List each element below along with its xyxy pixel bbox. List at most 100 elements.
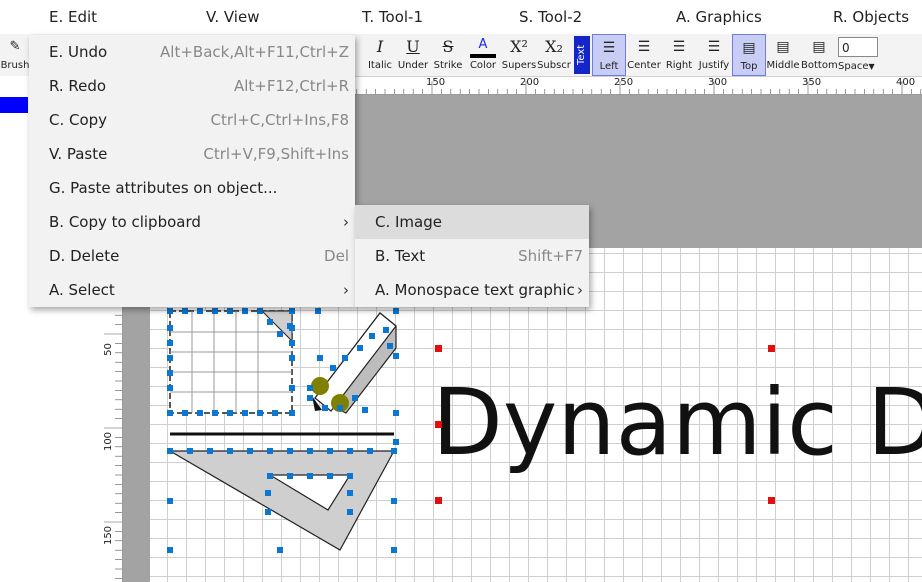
- selection-handle[interactable]: [207, 448, 213, 454]
- selection-handle[interactable]: [357, 345, 363, 351]
- selection-handle[interactable]: [182, 410, 188, 416]
- selection-handle[interactable]: [167, 448, 173, 454]
- underline-button[interactable]: U Under: [396, 34, 430, 76]
- selection-handle[interactable]: [307, 473, 313, 479]
- menu-item-delete[interactable]: D. Delete Del: [29, 239, 355, 273]
- selection-handle[interactable]: [391, 547, 397, 553]
- selection-handle[interactable]: [167, 498, 173, 504]
- selection-handle[interactable]: [187, 448, 193, 454]
- selection-handle[interactable]: [267, 473, 273, 479]
- selection-handle[interactable]: [265, 490, 271, 496]
- selection-handle[interactable]: [347, 490, 353, 496]
- strike-button[interactable]: S Strike: [431, 34, 465, 76]
- selection-handle[interactable]: [317, 355, 323, 361]
- selection-handle[interactable]: [347, 509, 353, 515]
- selection-handle[interactable]: [197, 308, 203, 314]
- selection-handle[interactable]: [212, 410, 218, 416]
- selection-handle[interactable]: [287, 473, 293, 479]
- selection-handle[interactable]: [393, 353, 399, 359]
- selection-handle[interactable]: [393, 439, 399, 445]
- selection-handle[interactable]: [327, 448, 333, 454]
- selection-handle[interactable]: [347, 448, 353, 454]
- selection-handle[interactable]: [289, 308, 295, 314]
- menu-tool-2[interactable]: S. Tool-2: [519, 8, 582, 26]
- align-center-button[interactable]: ☰ Center: [626, 34, 662, 76]
- selection-handle[interactable]: [277, 547, 283, 553]
- menu-edit[interactable]: E. Edit: [49, 8, 97, 26]
- text-handle-tr[interactable]: [768, 345, 775, 352]
- menu-graphics[interactable]: A. Graphics: [676, 8, 762, 26]
- selection-handle[interactable]: [327, 473, 333, 479]
- submenu-item-text[interactable]: B. Text Shift+F7: [355, 239, 589, 273]
- italic-button[interactable]: I Italic: [364, 34, 396, 76]
- menu-item-copy[interactable]: C. Copy Ctrl+C,Ctrl+Ins,F8: [29, 103, 355, 137]
- selection-handle[interactable]: [277, 331, 283, 337]
- selection-handle[interactable]: [287, 323, 293, 329]
- brush-button[interactable]: ✎ Brush: [0, 34, 30, 76]
- menu-item-select[interactable]: A. Select ›: [29, 273, 355, 307]
- selection-handle[interactable]: [307, 448, 313, 454]
- submenu-item-image[interactable]: C. Image: [355, 205, 589, 239]
- selection-handle[interactable]: [391, 498, 397, 504]
- valign-top-button[interactable]: ▤ Top: [732, 34, 766, 76]
- selection-handle[interactable]: [227, 308, 233, 314]
- align-right-button[interactable]: ☰ Right: [662, 34, 696, 76]
- menu-item-paste[interactable]: V. Paste Ctrl+V,F9,Shift+Ins: [29, 137, 355, 171]
- selection-handle[interactable]: [369, 333, 375, 339]
- selection-handle[interactable]: [167, 325, 173, 331]
- selection-handle[interactable]: [387, 343, 393, 349]
- selection-handle[interactable]: [257, 308, 263, 314]
- space-dropdown[interactable]: Space▼: [838, 61, 875, 72]
- align-left-button[interactable]: ☰ Left: [592, 34, 626, 76]
- menu-objects[interactable]: R. Objects: [833, 8, 909, 26]
- selection-handle[interactable]: [352, 395, 358, 401]
- menu-tool-1[interactable]: T. Tool-1: [362, 8, 423, 26]
- selection-handle[interactable]: [322, 405, 328, 411]
- valign-middle-button[interactable]: ▤ Middle: [766, 34, 800, 76]
- text-handle-tl[interactable]: [435, 345, 442, 352]
- space-input[interactable]: 0: [838, 37, 878, 57]
- text-handle-bl[interactable]: [435, 497, 442, 504]
- selection-handle[interactable]: [167, 308, 173, 314]
- selection-handle[interactable]: [257, 410, 263, 416]
- selection-handle[interactable]: [289, 410, 295, 416]
- selection-handle[interactable]: [362, 407, 368, 413]
- selection-handle[interactable]: [267, 319, 273, 325]
- selection-handle[interactable]: [167, 547, 173, 553]
- text-handle-ml[interactable]: [435, 421, 442, 428]
- text-handle-br[interactable]: [768, 497, 775, 504]
- selection-handle[interactable]: [367, 448, 373, 454]
- selection-handle[interactable]: [383, 327, 389, 333]
- selection-handle[interactable]: [289, 385, 295, 391]
- selection-handle[interactable]: [307, 395, 313, 401]
- selection-handle[interactable]: [391, 448, 397, 454]
- canvas-text-object[interactable]: Dynamic D: [432, 368, 922, 478]
- selection-handle[interactable]: [272, 410, 278, 416]
- dashed-grid-shape[interactable]: [169, 310, 293, 414]
- selection-handle[interactable]: [265, 509, 271, 515]
- menu-item-redo[interactable]: R. Redo Alt+F12,Ctrl+R: [29, 69, 355, 103]
- triangle-shape[interactable]: [167, 450, 396, 551]
- selection-handle[interactable]: [289, 340, 295, 346]
- superscript-button[interactable]: X² Supers: [501, 34, 537, 76]
- color-button[interactable]: A Color: [466, 34, 500, 76]
- selection-handle[interactable]: [393, 410, 399, 416]
- menu-item-undo[interactable]: E. Undo Alt+Back,Alt+F11,Ctrl+Z: [29, 35, 355, 69]
- menu-view[interactable]: V. View: [206, 8, 259, 26]
- selection-handle[interactable]: [393, 308, 399, 314]
- subscript-button[interactable]: X₂ Subscr: [537, 34, 571, 76]
- selection-handle[interactable]: [167, 370, 173, 376]
- selection-handle[interactable]: [307, 385, 313, 391]
- menu-item-paste-attributes[interactable]: G. Paste attributes on object...: [29, 171, 355, 205]
- selection-handle[interactable]: [247, 448, 253, 454]
- selection-handle[interactable]: [330, 365, 336, 371]
- selection-handle[interactable]: [267, 448, 273, 454]
- selection-handle[interactable]: [337, 405, 343, 411]
- selection-handle[interactable]: [167, 340, 173, 346]
- selection-handle[interactable]: [197, 410, 203, 416]
- selection-handle[interactable]: [167, 385, 173, 391]
- selection-handle[interactable]: [167, 410, 173, 416]
- selection-handle[interactable]: [347, 473, 353, 479]
- selection-handle[interactable]: [212, 308, 218, 314]
- selection-handle[interactable]: [182, 308, 188, 314]
